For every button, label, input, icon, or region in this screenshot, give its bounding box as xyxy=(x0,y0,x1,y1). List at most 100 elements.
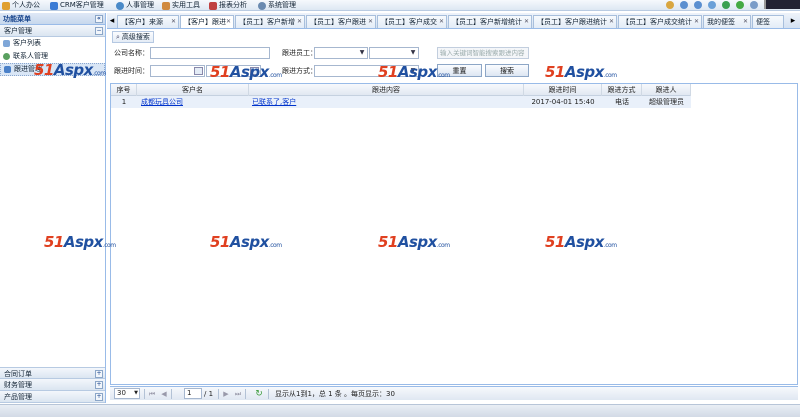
watermark-logo: 51Aspx.com xyxy=(378,63,450,81)
pager-divider xyxy=(171,389,172,399)
sidebar-group-products[interactable]: 产品管理 + xyxy=(0,391,105,403)
last-page-icon[interactable]: ⏭ xyxy=(234,390,242,398)
chevron-down-icon: ▼ xyxy=(134,390,138,396)
close-icon[interactable]: ✕ xyxy=(524,19,530,25)
plus-icon[interactable]: + xyxy=(95,370,103,378)
watermark-logo: 51Aspx.com xyxy=(34,61,106,79)
tab-staff-deal-stats[interactable]: 【员工】客户成交统计 ✕ xyxy=(618,15,702,28)
search-toolbar: ⌕ 高级搜索 xyxy=(110,31,798,43)
col-index[interactable]: 序号 xyxy=(111,84,137,96)
refresh-icon[interactable] xyxy=(722,1,730,9)
pager-info: 显示从1到1，总 1 条 。每页显示：30 xyxy=(275,390,395,398)
keyword-input[interactable]: 输入关键词智能搜索跟进内容 xyxy=(437,47,529,59)
cell-content-link[interactable]: 已联系了,客户 xyxy=(252,96,522,108)
next-page-icon[interactable]: ▶ xyxy=(222,390,230,398)
followup-time-label: 跟进时间： xyxy=(114,67,149,75)
menu-reports[interactable]: 报表分析 xyxy=(209,1,247,10)
close-icon[interactable]: ✕ xyxy=(694,19,700,25)
search-button[interactable]: 搜索 xyxy=(485,64,529,77)
calendar-icon[interactable] xyxy=(194,67,203,75)
sidebar-bottom-groups: 合同订单 + 财务管理 + 产品管理 + xyxy=(0,367,105,403)
staff-label: 跟进员工： xyxy=(282,49,317,57)
top-menu-bar: 个人办公 CRM客户管理 人事管理 实用工具 报表分析 系统管理 xyxy=(0,0,800,11)
watermark-logo: 51Aspx.com xyxy=(545,63,617,81)
plus-icon[interactable]: + xyxy=(95,381,103,389)
cell-time: 2017-04-01 15:40 xyxy=(531,98,595,106)
tab-staff-new-stats[interactable]: 【员工】客户新增统计 ✕ xyxy=(448,15,532,28)
menu-tools[interactable]: 实用工具 xyxy=(162,1,200,10)
watermark-logo: 51Aspx.com xyxy=(210,63,282,81)
plus-icon[interactable]: + xyxy=(95,393,103,401)
collapse-icon[interactable]: « xyxy=(95,15,103,23)
lock-icon[interactable] xyxy=(694,1,702,9)
pager-divider xyxy=(218,389,219,399)
followup-method-label: 跟进方式： xyxy=(282,67,317,75)
message-icon[interactable] xyxy=(708,1,716,9)
user-icon[interactable] xyxy=(680,1,688,9)
close-icon[interactable]: ✕ xyxy=(743,19,749,25)
grid-header: 序号 客户名 跟进内容 跟进时间 跟进方式 跟进人 xyxy=(111,84,691,96)
play-icon[interactable] xyxy=(736,1,744,9)
table-row[interactable]: 1 成都玩具公司 已联系了,客户 2017-04-01 15:40 电话 超级管… xyxy=(111,96,691,108)
close-icon[interactable]: ✕ xyxy=(609,19,615,25)
total-pages: / 1 xyxy=(204,390,214,398)
pagination-bar: 30 ▼ ⏮ ◀ 1 / 1 ▶ ⏭ ↻ 显示从1到1，总 1 条 。每页显示：3… xyxy=(110,386,798,400)
sidebar-group-finance[interactable]: 财务管理 + xyxy=(0,379,105,391)
tab-strip: ◂ 【客户】来源 ✕ 【客户】跟进 ✕ 【员工】客户新增 ✕ 【员工】客户跟进 ✕ 【员… xyxy=(107,13,800,29)
logout-icon[interactable] xyxy=(750,1,758,9)
page-size-select[interactable]: 30 ▼ xyxy=(114,388,140,399)
settings-icon xyxy=(258,1,266,10)
col-method[interactable]: 跟进方式 xyxy=(602,84,642,96)
customer-name-label: 公司名称： xyxy=(114,49,149,57)
sidebar-header: 功能菜单 « xyxy=(0,13,105,25)
tab-scroll-left-icon[interactable]: ◂ xyxy=(108,16,116,26)
close-icon[interactable]: ✕ xyxy=(368,19,374,25)
minus-icon[interactable]: − xyxy=(95,27,103,35)
tab-staff-deal[interactable]: 【员工】客户成交 ✕ xyxy=(377,15,447,28)
first-page-icon[interactable]: ⏮ xyxy=(148,390,156,398)
col-person[interactable]: 跟进人 xyxy=(642,84,691,96)
tab-my-notes[interactable]: 我的便签 ✕ xyxy=(703,15,751,28)
tools-icon xyxy=(162,1,170,10)
tab-staff-followup[interactable]: 【员工】客户跟进 ✕ xyxy=(306,15,376,28)
tab-staff-new[interactable]: 【员工】客户新增 ✕ xyxy=(235,15,305,28)
close-icon[interactable]: ✕ xyxy=(171,19,177,25)
staff-select[interactable]: ▼ xyxy=(369,47,419,59)
status-bar xyxy=(0,404,800,417)
menu-crm[interactable]: CRM客户管理 xyxy=(50,1,104,10)
tab-staff-followup-stats[interactable]: 【员工】客户跟进统计 ✕ xyxy=(533,15,617,28)
prev-page-icon[interactable]: ◀ xyxy=(160,390,168,398)
crm-icon xyxy=(50,1,58,10)
refresh-icon[interactable]: ↻ xyxy=(255,390,263,399)
cell-customer-link[interactable]: 成都玩具公司 xyxy=(141,96,241,108)
menu-personal-office[interactable]: 个人办公 xyxy=(2,1,40,10)
menu-hr[interactable]: 人事管理 xyxy=(116,1,154,10)
tab-scroll-right-icon[interactable]: ▸ xyxy=(789,16,797,26)
cell-person: 超级管理员 xyxy=(649,98,684,106)
tab-customer-followup[interactable]: 【客户】跟进 ✕ xyxy=(180,15,234,28)
staff-dept-select[interactable]: ▼ xyxy=(314,47,368,59)
chart-icon xyxy=(209,1,217,10)
close-icon[interactable]: ✕ xyxy=(226,19,232,25)
col-content[interactable]: 跟进内容 xyxy=(249,84,524,96)
sidebar-item-customer-list[interactable]: 客户列表 xyxy=(0,37,105,50)
cell-method: 电话 xyxy=(615,98,629,106)
chevron-down-icon: ▼ xyxy=(410,49,416,56)
home-icon[interactable] xyxy=(666,1,674,9)
customer-name-input[interactable] xyxy=(150,47,270,59)
sidebar-group-customers[interactable]: 客户管理 − xyxy=(0,25,105,37)
list-icon xyxy=(3,40,10,47)
menu-system[interactable]: 系统管理 xyxy=(258,1,296,10)
sidebar-group-contracts[interactable]: 合同订单 + xyxy=(0,367,105,379)
col-customer[interactable]: 客户名 xyxy=(137,84,249,96)
close-icon[interactable]: ✕ xyxy=(297,19,303,25)
tab-customer-source[interactable]: 【客户】来源 ✕ xyxy=(117,15,179,28)
page-number-input[interactable]: 1 xyxy=(184,388,202,399)
col-time[interactable]: 跟进时间 xyxy=(524,84,602,96)
advanced-search-button[interactable]: ⌕ 高级搜索 xyxy=(112,31,154,43)
home-icon xyxy=(2,1,10,10)
tab-notes[interactable]: 便签 xyxy=(752,15,784,28)
close-icon[interactable]: ✕ xyxy=(439,19,445,25)
time-from-input[interactable] xyxy=(150,65,205,77)
pager-divider xyxy=(245,389,246,399)
